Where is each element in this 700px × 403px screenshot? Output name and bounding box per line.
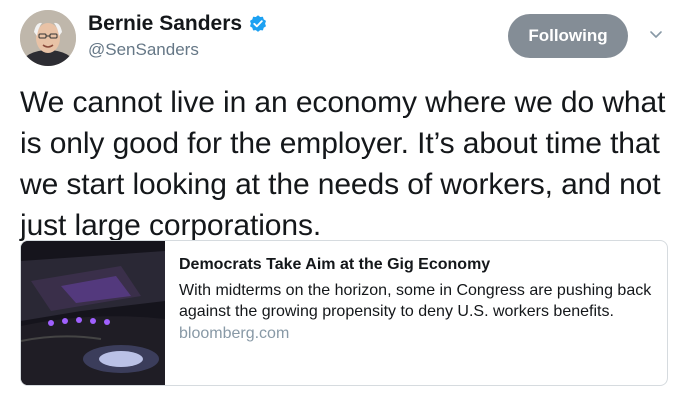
link-card[interactable]: Democrats Take Aim at the Gig Economy Wi… bbox=[20, 240, 668, 386]
author-handle[interactable]: @SenSanders bbox=[88, 40, 199, 60]
verified-badge-icon bbox=[248, 14, 268, 34]
chevron-down-icon[interactable] bbox=[648, 26, 664, 42]
card-domain: bloomberg.com bbox=[179, 325, 290, 342]
car-interior-photo bbox=[21, 241, 165, 385]
card-title[interactable]: Democrats Take Aim at the Gig Economy bbox=[179, 256, 655, 274]
card-body: Democrats Take Aim at the Gig Economy Wi… bbox=[165, 241, 667, 385]
avatar-photo bbox=[20, 10, 76, 66]
card-description: With midterms on the horizon, some in Co… bbox=[179, 282, 652, 320]
display-name[interactable]: Bernie Sanders bbox=[88, 12, 242, 36]
avatar[interactable] bbox=[20, 10, 76, 66]
card-image bbox=[21, 241, 165, 385]
tweet-text: We cannot live in an economy where we do… bbox=[20, 86, 666, 242]
author-name-row: Bernie Sanders bbox=[88, 12, 268, 36]
following-button[interactable]: Following bbox=[508, 14, 628, 58]
